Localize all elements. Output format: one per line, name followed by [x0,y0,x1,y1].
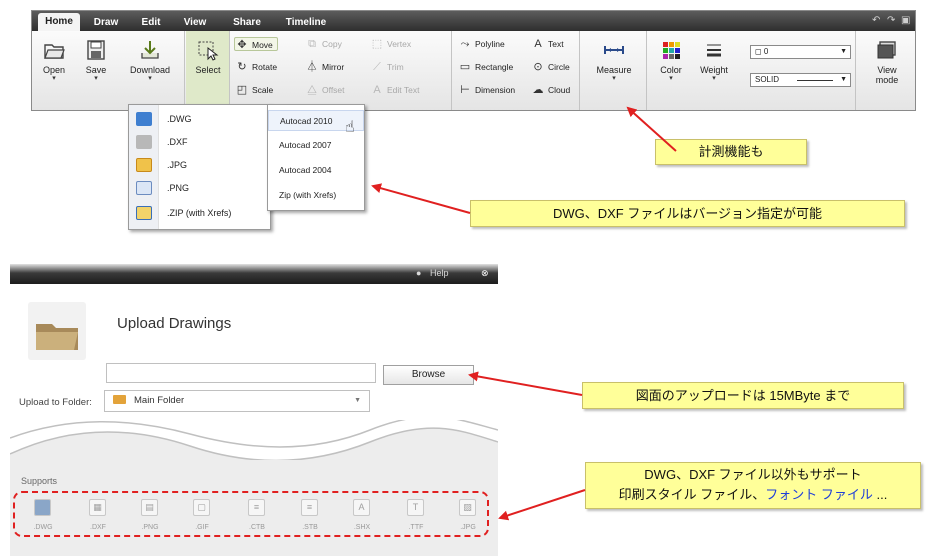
arrow-to-supports [498,489,586,521]
annotation-arrows [371,106,677,521]
arrow-to-versions [371,183,471,214]
arrow-to-browse [468,371,583,396]
arrow-to-measure [626,106,677,152]
